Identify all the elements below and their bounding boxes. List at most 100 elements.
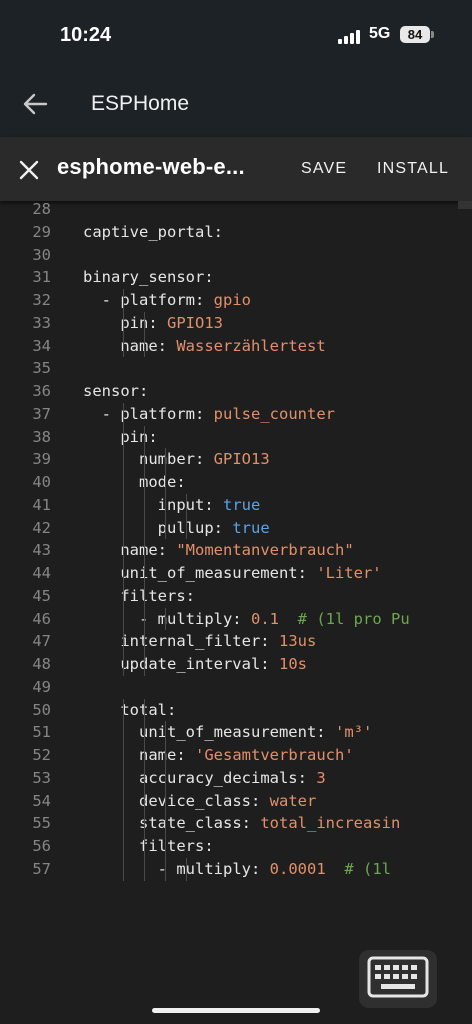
app-bar: ESPHome	[0, 72, 472, 137]
code-line[interactable]: 46 - multiply: 0.1 # (1l pro Pu	[0, 608, 472, 630]
code-editor[interactable]: 28 29 captive_portal: 30 31 binary_sensor: 32 …	[0, 201, 472, 901]
line-number: 48	[32, 655, 51, 673]
indent-guide	[185, 857, 187, 881]
line-text: state_class: total_increasin	[139, 814, 401, 833]
line-text: pin: GPIO13	[120, 313, 223, 332]
indent-guide	[164, 721, 166, 744]
code-line[interactable]: 53 accuracy_decimals: 3	[0, 767, 472, 789]
indent-guide	[143, 653, 145, 676]
indent-guide	[143, 562, 145, 585]
code-line[interactable]: 32 - platform: gpio	[0, 289, 472, 311]
code-line[interactable]: 54 device_class: water	[0, 790, 472, 812]
line-number: 45	[32, 586, 51, 605]
code-line[interactable]: 31 binary_sensor:	[0, 266, 472, 288]
code-line[interactable]: 44 unit_of_measurement: 'Liter'	[0, 562, 472, 584]
line-number: 35	[32, 359, 51, 378]
editor-header: esphome-web-e... SAVE INSTALL	[0, 137, 472, 201]
save-button[interactable]: SAVE	[301, 160, 347, 178]
indent-guide	[143, 857, 145, 881]
line-number: 50	[32, 700, 51, 719]
code-line[interactable]: 48 update_interval: 10s	[0, 653, 472, 675]
line-number: 33	[32, 313, 51, 332]
indent-guide	[123, 721, 124, 744]
code-line[interactable]: 51 unit_of_measurement: 'm³'	[0, 721, 472, 743]
indent-guide	[143, 448, 145, 471]
line-number: 29	[32, 222, 51, 241]
line-number: 44	[32, 564, 51, 582]
indent-guide	[164, 448, 166, 471]
indent-guide	[123, 630, 124, 653]
line-text: - multiply: 0.1 # (1l pro Pu	[83, 609, 410, 628]
code-line[interactable]: 38 pin:	[0, 426, 472, 448]
install-button[interactable]: INSTALL	[377, 160, 449, 178]
line-number: 36	[32, 382, 51, 400]
line-number: 34	[32, 336, 51, 355]
code-line[interactable]: 56 filters:	[0, 835, 472, 857]
indent-guide	[143, 698, 145, 722]
line-text: - platform: gpio	[83, 291, 251, 309]
indent-guide	[143, 630, 145, 653]
keyboard-toggle-button[interactable]	[359, 950, 437, 1008]
code-line[interactable]: 49	[0, 676, 472, 698]
code-line[interactable]: 33 pin: GPIO13	[0, 312, 472, 334]
indent-guide	[123, 516, 124, 540]
editor-filename: esphome-web-e...	[57, 154, 245, 179]
code-line[interactable]: 52 name: 'Gesamtverbrauch'	[0, 744, 472, 766]
code-line[interactable]: 42 pullup: true	[0, 517, 472, 539]
indent-guide	[143, 607, 145, 631]
line-text: update_interval: 10s	[120, 655, 307, 673]
line-text: pin:	[120, 427, 158, 446]
code-line[interactable]: 50 total:	[0, 699, 472, 721]
indent-guide	[164, 471, 166, 494]
indent-guide	[123, 402, 124, 426]
battery-level: 84	[407, 27, 423, 42]
indent-guide	[164, 766, 166, 790]
line-number: 52	[32, 746, 51, 764]
code-line[interactable]: 30	[0, 244, 472, 266]
indent-guide	[123, 744, 124, 767]
indent-guide	[164, 493, 166, 517]
code-line[interactable]: 29 captive_portal:	[0, 221, 472, 243]
line-text: number: GPIO13	[139, 450, 270, 469]
code-line[interactable]: 57 - multiply: 0.0001 # (1l	[0, 858, 472, 880]
code-line[interactable]: 41 input: true	[0, 494, 472, 516]
line-number: 40	[32, 473, 51, 491]
code-line[interactable]: 55 state_class: total_increasin	[0, 812, 472, 834]
indent-guide	[143, 425, 145, 449]
indent-guide	[185, 493, 187, 517]
code-line[interactable]: 36 sensor:	[0, 380, 472, 402]
code-line[interactable]: 34 name: Wasserzählertest	[0, 335, 472, 357]
code-line[interactable]: 37 - platform: pulse_counter	[0, 403, 472, 425]
code-line[interactable]: 40 mode:	[0, 471, 472, 493]
code-line[interactable]: 47 internal_filter: 13us	[0, 630, 472, 652]
line-number: 49	[32, 677, 51, 696]
battery-tip	[431, 31, 434, 38]
indent-guide	[143, 789, 145, 813]
code-line[interactable]: 39 number: GPIO13	[0, 448, 472, 470]
line-text: name: Wasserzählertest	[120, 336, 326, 355]
line-text: filters:	[120, 586, 195, 605]
indent-guide	[164, 812, 166, 835]
line-text: accuracy_decimals: 3	[139, 768, 326, 787]
code-line[interactable]: 45 filters:	[0, 585, 472, 607]
code-line[interactable]: 35	[0, 357, 472, 379]
line-number: 43	[32, 541, 51, 560]
editor-scrollbar[interactable]	[458, 201, 472, 209]
line-text: - multiply: 0.0001 # (1l	[83, 859, 391, 878]
arrow-left-icon[interactable]	[22, 92, 48, 116]
indent-guide	[123, 471, 124, 494]
app-title: ESPHome	[91, 92, 190, 115]
home-indicator[interactable]	[152, 1008, 320, 1013]
indent-guide	[123, 448, 124, 471]
close-icon[interactable]	[18, 159, 40, 181]
indent-guide	[123, 812, 124, 835]
code-line[interactable]: 43 name: "Momentanverbrauch"	[0, 539, 472, 561]
indent-guide	[123, 698, 124, 722]
indent-guide	[123, 311, 124, 335]
indent-guide	[143, 835, 145, 858]
indent-guide	[143, 744, 145, 767]
line-number: 54	[32, 791, 51, 810]
code-line[interactable]: 28	[0, 201, 472, 220]
line-text: device_class: water	[139, 791, 317, 810]
indent-guide	[123, 766, 124, 790]
